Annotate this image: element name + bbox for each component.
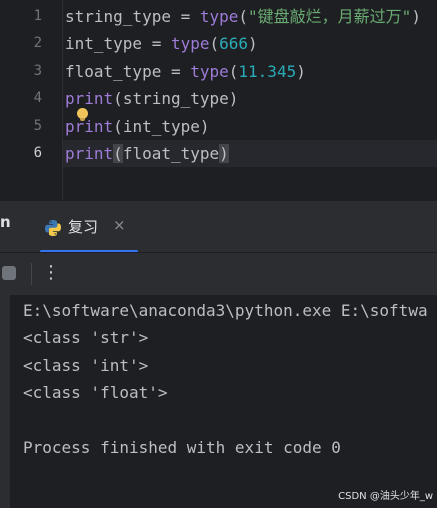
- operator: =: [170, 7, 200, 26]
- argument: float_type: [122, 144, 220, 163]
- builtin-function: type: [199, 7, 239, 26]
- operator: =: [161, 62, 191, 81]
- line-number: 2: [33, 35, 42, 51]
- stop-icon[interactable]: [2, 266, 16, 280]
- tool-window-title-stub: n: [0, 213, 11, 231]
- paren: ): [248, 34, 258, 53]
- code-line-active[interactable]: print(float_type): [63, 140, 437, 167]
- console-line: E:\software\anaconda3\python.exe E:\soft…: [23, 301, 428, 320]
- line-number-active: 6: [33, 145, 42, 161]
- paren: (: [238, 7, 249, 26]
- paren: (: [113, 89, 123, 108]
- paren: (: [209, 34, 220, 53]
- builtin-function: print: [65, 89, 114, 108]
- paren: ): [296, 62, 306, 81]
- run-tool-window-tabs: n 复习 ×: [0, 200, 437, 253]
- code-line[interactable]: print(int_type): [63, 108, 437, 140]
- number-literal: 11.345: [238, 62, 297, 81]
- argument: string_type: [122, 89, 229, 108]
- code-line[interactable]: string_type = type("键盘敲烂，月薪过万"): [63, 3, 437, 30]
- string-literal: "键盘敲烂，月薪过万": [248, 7, 412, 26]
- paren: (: [113, 117, 123, 136]
- builtin-function: print: [65, 117, 114, 136]
- variable: string_type: [65, 7, 171, 26]
- tab-run-config[interactable]: 复习 ×: [40, 201, 138, 253]
- run-toolbar: ⋮: [0, 252, 437, 296]
- console-line: <class 'str'>: [23, 328, 149, 347]
- code-editor[interactable]: 1 2 3 4 5 6 string_type = type("键盘敲烂，月薪过…: [0, 0, 437, 200]
- line-number: 3: [33, 63, 42, 79]
- paren: ): [411, 7, 421, 26]
- operator: =: [142, 34, 171, 53]
- console-line: <class 'float'>: [23, 383, 168, 402]
- code-line[interactable]: float_type = type(11.345): [63, 58, 437, 85]
- close-icon[interactable]: ×: [113, 216, 126, 234]
- console-line: <class 'int'>: [23, 356, 149, 375]
- toolbar-separator: [31, 263, 32, 285]
- variable: float_type: [65, 62, 162, 81]
- watermark: CSDN @油头少年_w: [338, 491, 433, 502]
- line-number: 4: [33, 90, 42, 106]
- paren-highlighted: (: [113, 144, 123, 163]
- paren: (: [228, 62, 239, 81]
- paren: ): [199, 117, 210, 136]
- argument: int_type: [122, 117, 200, 136]
- line-number: 1: [33, 8, 42, 24]
- variable: int_type: [65, 34, 143, 53]
- python-icon: [45, 220, 61, 236]
- line-number: 5: [33, 118, 42, 134]
- intention-bulb-icon[interactable]: [77, 108, 88, 121]
- code-line[interactable]: print(string_type): [63, 85, 437, 112]
- paren-highlighted: ): [219, 144, 229, 163]
- tab-label: 复习: [68, 218, 99, 236]
- code-area[interactable]: string_type = type("键盘敲烂，月薪过万") int_type…: [63, 0, 437, 200]
- number-literal: 666: [219, 34, 249, 53]
- builtin-function: type: [190, 62, 229, 81]
- more-vertical-icon[interactable]: ⋮: [42, 261, 60, 285]
- console-line: Process finished with exit code 0: [23, 438, 341, 457]
- run-console[interactable]: E:\software\anaconda3\python.exe E:\soft…: [0, 295, 437, 508]
- builtin-function: print: [65, 144, 114, 163]
- paren: ): [228, 89, 239, 108]
- builtin-function: type: [170, 34, 210, 53]
- code-line[interactable]: int_type = type(666): [63, 30, 437, 57]
- console-gutter: [0, 295, 10, 508]
- line-number-gutter: 1 2 3 4 5 6: [0, 0, 63, 200]
